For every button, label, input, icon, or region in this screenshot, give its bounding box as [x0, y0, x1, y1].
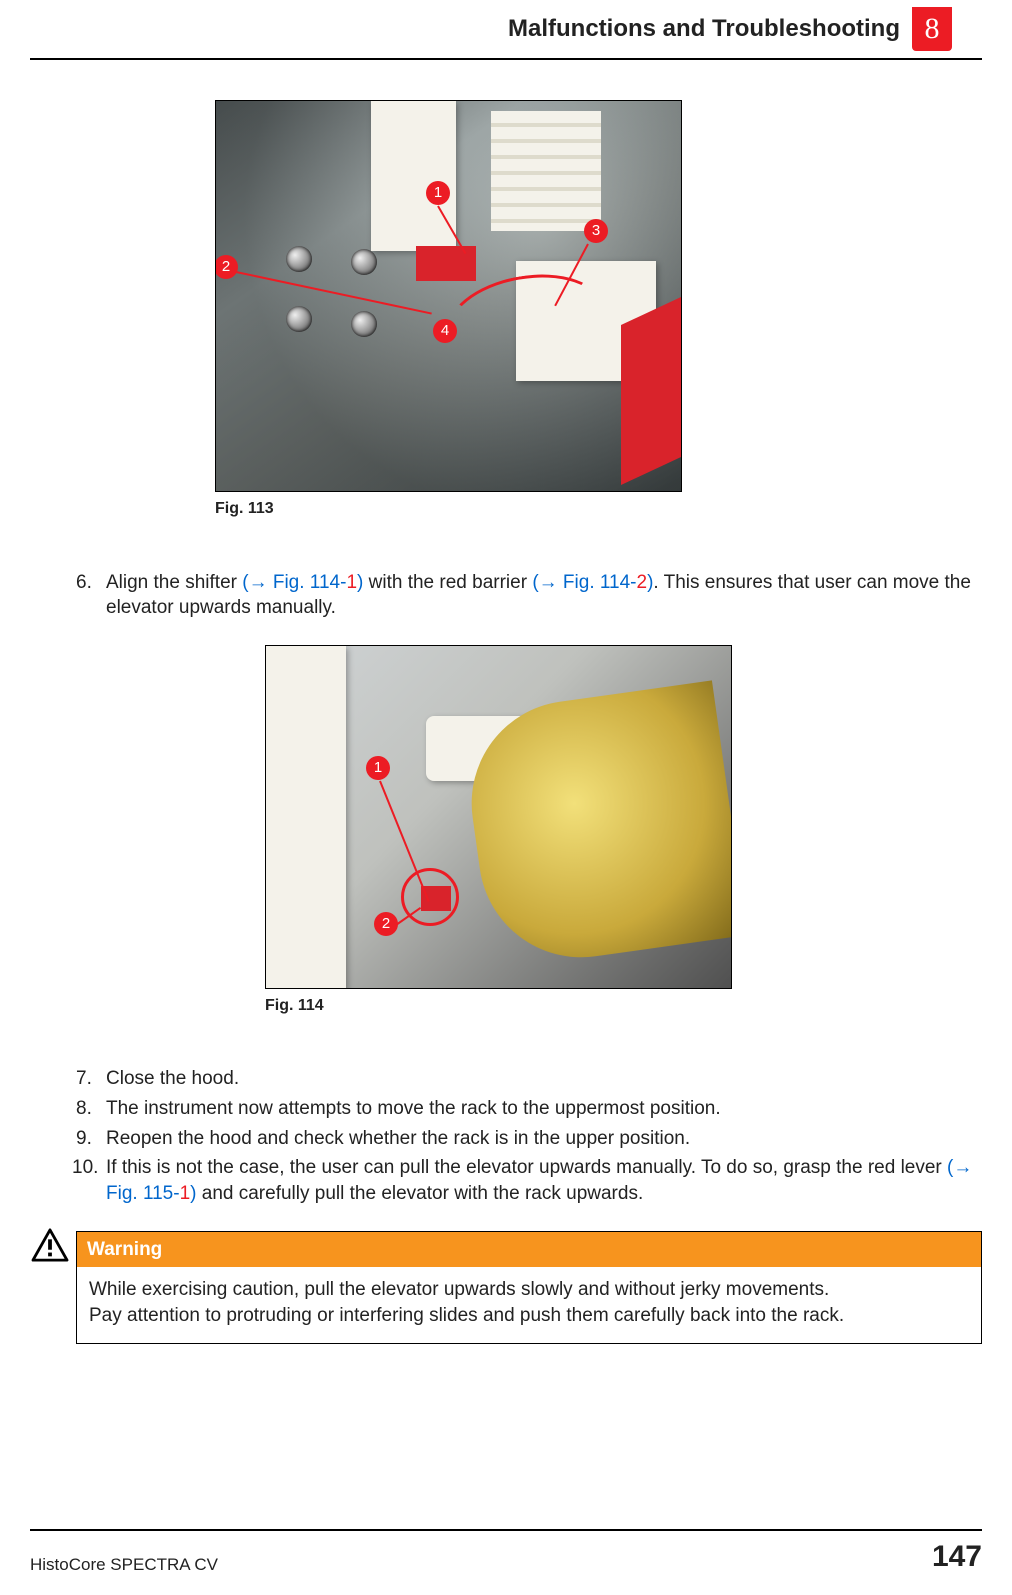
page-footer: HistoCore SPECTRA CV 147 — [30, 1529, 982, 1578]
step-7: 7. Close the hood. — [76, 1066, 982, 1092]
warning-icon — [31, 1228, 69, 1262]
chapter-number: 8 — [925, 9, 940, 50]
section-title: Malfunctions and Troubleshooting — [508, 13, 900, 45]
warning-body: While exercising caution, pull the eleva… — [77, 1267, 981, 1342]
figure-113-caption: Fig. 113 — [215, 498, 982, 520]
step-text: If this is not the case, the user can pu… — [106, 1155, 982, 1206]
step-text: The instrument now attempts to move the … — [106, 1096, 982, 1122]
step-text: Reopen the hood and check whether the ra… — [106, 1126, 982, 1152]
step-number: 7. — [76, 1066, 106, 1092]
step-6: 6. Align the shifter (→ Fig. 114-1) with… — [76, 570, 982, 621]
cross-ref: (→ Fig. 114-2) — [532, 572, 653, 593]
step-10: 10. If this is not the case, the user ca… — [76, 1155, 982, 1206]
step-text: Close the hood. — [106, 1066, 982, 1092]
warning-line: Pay attention to protruding or interferi… — [89, 1303, 969, 1329]
figure-114-image: 1 2 — [265, 645, 732, 989]
fig113-callout-3: 3 — [584, 219, 608, 243]
step-8: 8. The instrument now attempts to move t… — [76, 1096, 982, 1122]
figure-113-image: 1 2 3 4 — [215, 100, 682, 492]
fig113-callout-2: 2 — [215, 255, 238, 279]
fig113-callout-1: 1 — [426, 181, 450, 205]
figure-113: 1 2 3 4 Fig. 113 — [215, 100, 982, 520]
fig114-callout-1: 1 — [366, 756, 390, 780]
step-number: 9. — [76, 1126, 106, 1152]
steps-7-10: 7. Close the hood. 8. The instrument now… — [30, 1066, 982, 1206]
warning-header: Warning — [77, 1232, 981, 1268]
page-number: 147 — [932, 1537, 982, 1578]
step-number: 6. — [76, 570, 106, 621]
page-header: Malfunctions and Troubleshooting 8 — [30, 0, 982, 60]
warning-line: While exercising caution, pull the eleva… — [89, 1277, 969, 1303]
figure-114: 1 2 Fig. 114 — [265, 645, 982, 1017]
page-content: 1 2 3 4 Fig. 113 6. Align the shifter (→… — [30, 100, 982, 1344]
cross-ref: (→ Fig. 114-1) — [242, 572, 363, 593]
warning-box: Warning While exercising caution, pull t… — [76, 1231, 982, 1344]
step-text: Align the shifter (→ Fig. 114-1) with th… — [106, 570, 982, 621]
product-name: HistoCore SPECTRA CV — [30, 1554, 218, 1577]
step-number: 8. — [76, 1096, 106, 1122]
chapter-number-badge: 8 — [912, 7, 952, 51]
step-number: 10. — [72, 1155, 106, 1206]
step-9: 9. Reopen the hood and check whether the… — [76, 1126, 982, 1152]
step-6-block: 6. Align the shifter (→ Fig. 114-1) with… — [30, 570, 982, 621]
figure-114-caption: Fig. 114 — [265, 995, 982, 1017]
